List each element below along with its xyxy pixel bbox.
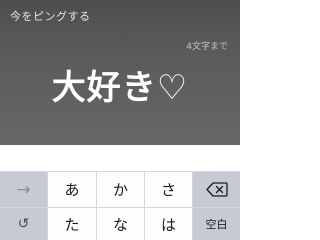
kana-keyboard: → あ か さ ↺ た な は 空白 <box>0 171 240 240</box>
next-key[interactable]: → <box>0 172 47 207</box>
undo-key[interactable]: ↺ <box>0 208 47 240</box>
text-input-field[interactable]: 大好き♡ <box>0 60 240 109</box>
key-a[interactable]: あ <box>48 172 96 207</box>
character-limit-hint: 4文字まで <box>186 42 228 52</box>
input-panel: 今をピングする 4文字まで 大好き♡ <box>0 0 240 145</box>
key-sa[interactable]: さ <box>145 172 192 207</box>
key-ha[interactable]: は <box>145 208 192 240</box>
key-ta[interactable]: た <box>48 208 96 240</box>
key-ka[interactable]: か <box>97 172 144 207</box>
divider-area <box>0 145 240 171</box>
backspace-icon <box>205 182 228 197</box>
key-na[interactable]: な <box>97 208 144 240</box>
space-key[interactable]: 空白 <box>193 208 240 240</box>
backspace-key[interactable] <box>193 172 240 207</box>
prompt-label: 今をピングする <box>10 10 91 23</box>
